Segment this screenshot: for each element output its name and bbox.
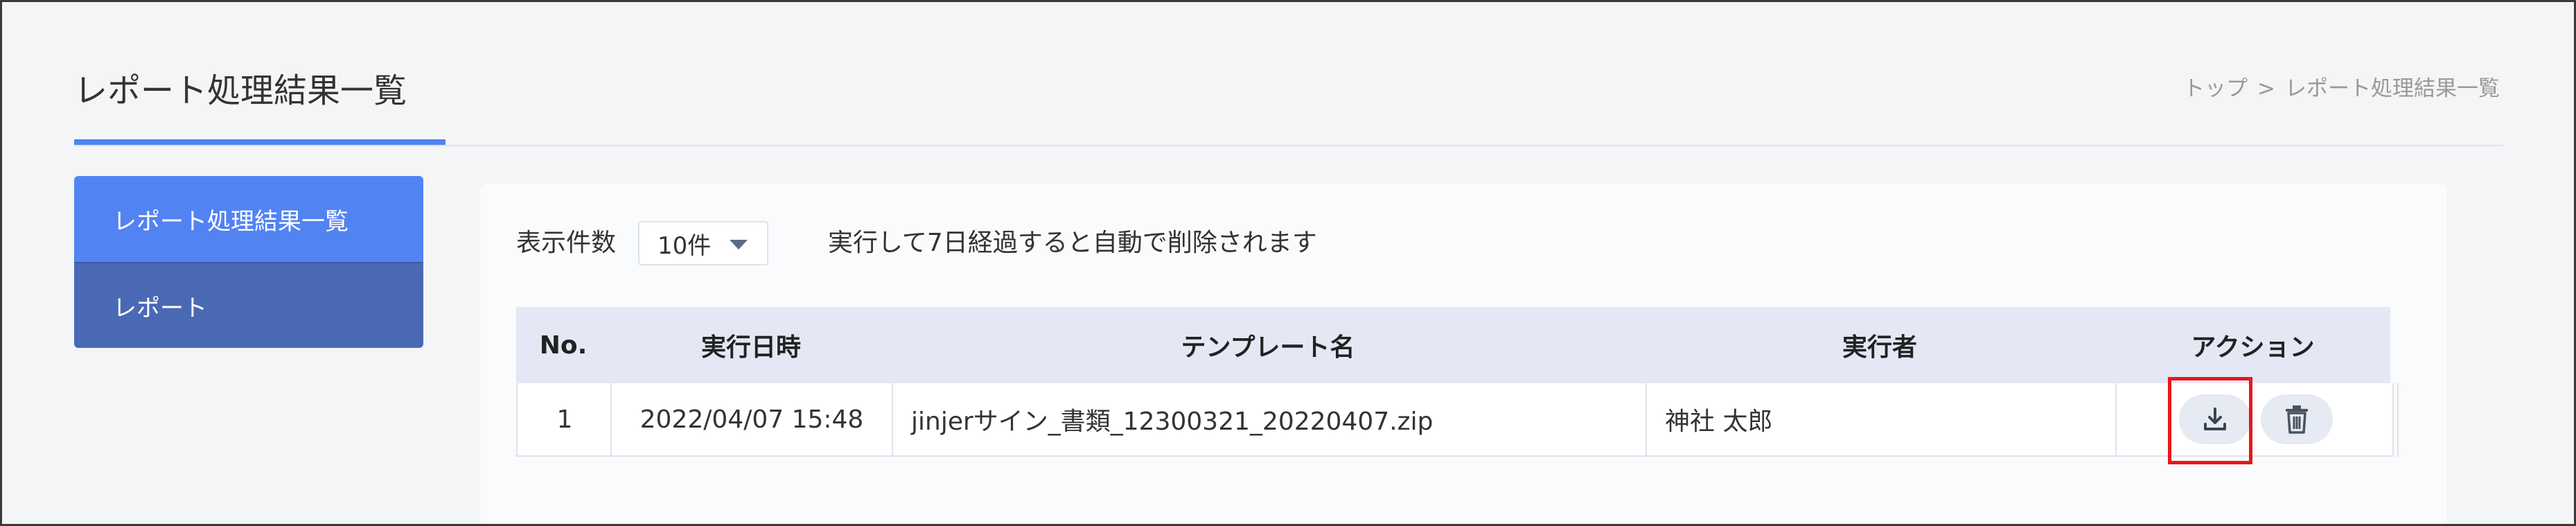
breadcrumb-separator: > bbox=[2257, 76, 2275, 101]
breadcrumb: トップ > レポート処理結果一覧 bbox=[2183, 75, 2500, 103]
results-table: No. 実行日時 テンプレート名 実行者 アクション 1 2022/04/07 … bbox=[516, 307, 2433, 457]
auto-delete-notice: 実行して7日経過すると自動で削除されます bbox=[828, 229, 1317, 257]
app-window: レポート処理結果一覧 トップ > レポート処理結果一覧 レポート処理結果一覧 レポー… bbox=[0, 0, 2576, 526]
sidebar: レポート処理結果一覧 レポート bbox=[74, 176, 423, 348]
column-header-action: アクション bbox=[2191, 333, 2315, 362]
delete-button[interactable] bbox=[2261, 394, 2333, 444]
display-count-label: 表示件数 bbox=[516, 229, 617, 257]
display-count-value: 10件 bbox=[658, 231, 712, 260]
column-header-template-name: テンプレート名 bbox=[1181, 333, 1355, 362]
cell-executor: 神社 太郎 bbox=[1665, 407, 1773, 436]
sidebar-item-report-results[interactable]: レポート処理結果一覧 bbox=[74, 176, 423, 262]
cell-actions bbox=[2117, 383, 2392, 455]
caret-down-icon bbox=[730, 240, 748, 249]
page-title: レポート処理結果一覧 bbox=[74, 71, 407, 110]
main-panel: 表示件数 10件 実行して7日経過すると自動で削除されます No. 実行日時 テ… bbox=[480, 184, 2446, 524]
table-header: No. 実行日時 テンプレート名 実行者 アクション bbox=[516, 307, 2390, 383]
sidebar-item-report[interactable]: レポート bbox=[74, 262, 423, 348]
breadcrumb-top-link[interactable]: トップ bbox=[2183, 76, 2248, 101]
cell-template-name: jinjerサイン_書類_12300321_20220407.zip bbox=[911, 407, 1433, 436]
column-header-executor: 実行者 bbox=[1842, 333, 1917, 362]
cell-executed-at: 2022/04/07 15:48 bbox=[639, 405, 864, 434]
sidebar-item-label: レポート bbox=[113, 294, 207, 322]
row-end-border bbox=[2392, 383, 2399, 457]
column-header-no: No. bbox=[539, 331, 588, 360]
table-row: 1 2022/04/07 15:48 jinjerサイン_書類_12300321… bbox=[516, 383, 2399, 457]
header-divider bbox=[74, 145, 2503, 146]
breadcrumb-current: レポート処理結果一覧 bbox=[2285, 76, 2500, 101]
trash-icon bbox=[2286, 405, 2308, 434]
cell-no: 1 bbox=[556, 405, 573, 434]
title-underline bbox=[74, 139, 445, 145]
highlight-frame bbox=[2168, 377, 2252, 464]
sidebar-item-label: レポート処理結果一覧 bbox=[113, 207, 349, 236]
column-header-executed-at: 実行日時 bbox=[700, 333, 801, 362]
display-count-select[interactable]: 10件 bbox=[638, 221, 768, 265]
